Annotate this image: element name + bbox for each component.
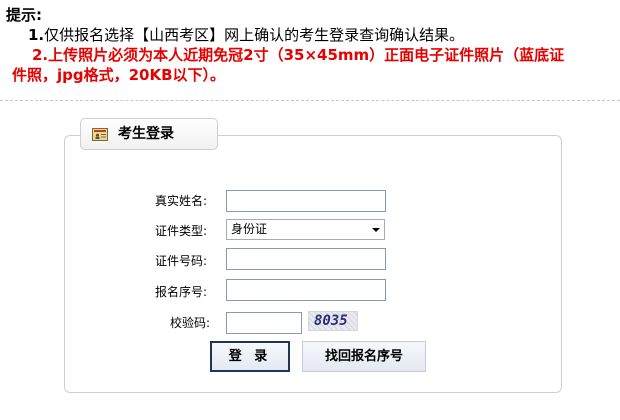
notice-section: 提示: 1.仅供报名选择【山西考区】网上确认的考生登录查询确认结果。 2.上传照… xyxy=(6,6,616,85)
captcha-input[interactable] xyxy=(226,312,302,334)
reg-number-label: 报名序号: xyxy=(155,285,208,299)
login-button[interactable]: 登 录 xyxy=(210,341,290,372)
captcha-code-text: 8035 xyxy=(314,313,348,329)
id-card-icon xyxy=(92,128,108,141)
id-type-select[interactable]: 身份证 xyxy=(226,219,385,240)
id-number-input[interactable] xyxy=(226,248,386,270)
dashed-divider xyxy=(0,100,620,101)
id-type-selected-value: 身份证 xyxy=(231,222,268,236)
chevron-down-icon xyxy=(372,228,380,232)
captcha-label: 校验码: xyxy=(170,316,211,330)
reg-number-input[interactable] xyxy=(226,279,386,301)
notice-item-1: 1.仅供报名选择【山西考区】网上确认的考生登录查询确认结果。 xyxy=(28,25,616,45)
notice-item-2: 2.上传照片必须为本人近期免冠2寸（35×45mm）正面电子证件照片（蓝底证 xyxy=(12,45,616,65)
id-type-label: 证件类型: xyxy=(155,224,208,238)
recover-reg-number-button[interactable]: 找回报名序号 xyxy=(302,341,426,372)
login-panel-header: 考生登录 xyxy=(80,118,218,150)
captcha-image[interactable]: 8035 xyxy=(308,311,358,331)
notice-title: 提示: xyxy=(6,6,42,24)
name-input[interactable] xyxy=(226,190,386,212)
name-label: 真实姓名: xyxy=(155,194,208,208)
notice-item-1-number: 1. xyxy=(28,26,45,44)
notice-item-1-text: 仅供报名选择【山西考区】网上确认的考生登录查询确认结果。 xyxy=(44,26,465,44)
notice-item-2-text: 2.上传照片必须为本人近期免冠2寸（35×45mm）正面电子证件照片（蓝底证 xyxy=(32,46,565,64)
notice-item-2-text-continued: 件照，jpg格式，20KB以下）。 xyxy=(12,66,226,84)
id-number-label: 证件号码: xyxy=(155,254,208,268)
notice-item-2-continued: 件照，jpg格式，20KB以下）。 xyxy=(12,65,616,85)
login-title: 考生登录 xyxy=(118,126,174,142)
